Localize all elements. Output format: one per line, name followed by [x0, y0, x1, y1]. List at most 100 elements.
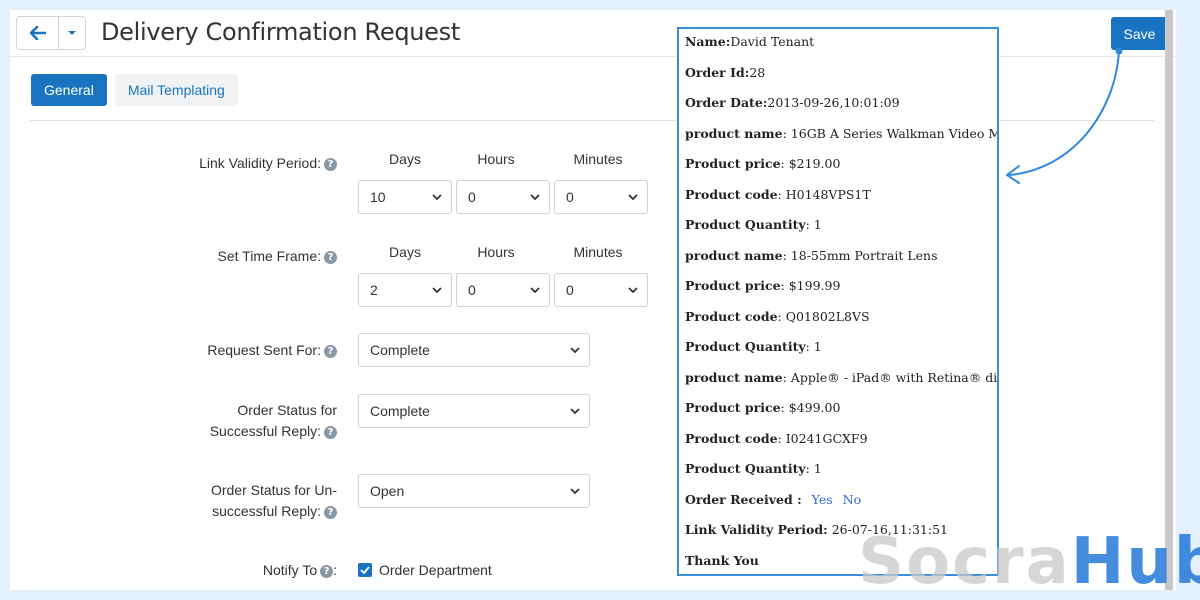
email-line: Product code: Q01802L8VS — [685, 309, 997, 340]
time-frame-label: Set Time Frame:? — [37, 246, 337, 267]
order-received-label: Order Received : — [685, 491, 802, 507]
email-line: Order Id:28 — [685, 65, 997, 96]
tab-general[interactable]: General — [31, 74, 107, 106]
status-success-label-line1: Order Status for — [237, 402, 337, 418]
tab-mail-templating[interactable]: Mail Templating — [114, 74, 238, 106]
help-icon[interactable]: ? — [324, 425, 337, 439]
email-line-key: Order Date: — [685, 95, 768, 110]
nav-dropdown-button[interactable] — [59, 17, 85, 49]
email-line-value: 2013-09-26,10:01:09 — [767, 95, 900, 110]
select-value: 0 — [566, 189, 574, 205]
select-value: Complete — [370, 342, 430, 358]
hours-column-header: Hours — [477, 151, 515, 167]
time-frame-days-select[interactable]: 2 — [358, 273, 452, 307]
email-line-key: Order Id: — [685, 64, 750, 80]
time-frame-label-text: Set Time Frame: — [217, 248, 321, 264]
status-success-label: Order Status for Successful Reply:? — [37, 400, 337, 442]
checkmark-icon — [360, 566, 370, 574]
status-fail-label: Order Status for Un- successful Reply:? — [37, 480, 337, 522]
email-line-key: Name: — [685, 34, 731, 49]
link-validity-minutes-select[interactable]: 0 — [554, 180, 648, 214]
order-department-checkbox[interactable] — [358, 563, 372, 577]
yes-link[interactable]: Yes — [812, 492, 833, 507]
email-line-key: Product price — [685, 400, 781, 415]
email-line-value: David Tenant — [730, 34, 815, 49]
email-line-value: : 1 — [805, 217, 822, 232]
curved-arrow-annotation — [1006, 47, 1123, 184]
email-line-value: : I0241GCXF9 — [777, 430, 868, 446]
email-line: Product code: I0241GCXF9 — [685, 431, 997, 462]
email-line-key: Product code — [685, 308, 778, 324]
email-line: Product price: $219.00 — [685, 156, 997, 187]
request-sent-for-select[interactable]: Complete — [358, 333, 590, 367]
tab-bar: General Mail Templating — [31, 74, 238, 106]
days-column-header: Days — [389, 244, 421, 260]
email-line-value: : 1 — [805, 461, 822, 476]
email-preview-box: Name:David Tenant Order Id:28 Order Date:2… — [677, 27, 999, 576]
email-line-value: : Apple® - iPad® with Retina® display — [782, 369, 998, 385]
email-line-key: Product Quantity — [685, 217, 806, 232]
email-line: Product Quantity: 1 — [685, 217, 997, 248]
notify-to-colon: : — [333, 562, 337, 578]
select-value: 0 — [468, 189, 476, 205]
socrahub-watermark: SocraHub — [858, 530, 1200, 594]
email-line-value: : 18-55mm Portrait Lens — [782, 247, 938, 263]
chevron-down-icon — [432, 194, 442, 201]
email-line: product name: 18-55mm Portrait Lens — [685, 248, 997, 279]
time-frame-minutes-select[interactable]: 0 — [554, 273, 648, 307]
time-frame-hours-select[interactable]: 0 — [456, 273, 550, 307]
email-line: product name: Apple® - iPad® with Retina… — [685, 370, 997, 401]
hours-column-header: Hours — [477, 244, 515, 260]
help-icon[interactable]: ? — [324, 250, 337, 264]
link-validity-label: Link Validity Period:? — [37, 153, 337, 174]
status-fail-label-line1: Order Status for Un- — [210, 482, 337, 498]
chevron-down-icon — [530, 287, 540, 294]
link-validity-days-select[interactable]: 10 — [358, 180, 452, 214]
page-scrollbar[interactable] — [1165, 10, 1173, 590]
help-icon[interactable]: ? — [320, 564, 334, 578]
status-fail-select[interactable]: Open — [358, 474, 590, 508]
page-title: Delivery Confirmation Request — [101, 18, 460, 46]
email-line-value: : 1 — [805, 339, 822, 354]
no-link[interactable]: No — [843, 492, 861, 507]
status-success-select[interactable]: Complete — [358, 394, 590, 428]
select-value: Complete — [370, 403, 430, 419]
email-line-key: Product price — [685, 156, 781, 171]
email-line: Product price: $499.00 — [685, 400, 997, 431]
link-validity-label-text: Link Validity Period: — [199, 155, 321, 171]
notify-to-label: Notify To?: — [37, 560, 337, 581]
chevron-down-icon — [530, 194, 540, 201]
chevron-down-icon — [570, 488, 580, 495]
status-success-label-line2: Successful Reply: — [209, 423, 321, 439]
email-line-key: Product Quantity — [685, 339, 806, 354]
closing-text: Thank You — [685, 552, 759, 568]
request-sent-for-label: Request Sent For:? — [37, 340, 337, 361]
email-line: product name: 16GB A Series Walkman Vide… — [685, 126, 997, 157]
help-icon[interactable]: ? — [324, 157, 337, 171]
request-sent-for-label-text: Request Sent For: — [207, 342, 321, 358]
select-value: 2 — [370, 282, 378, 298]
chevron-down-icon — [570, 347, 580, 354]
minutes-column-header: Minutes — [573, 244, 623, 260]
watermark-part1: Socra — [858, 525, 1071, 599]
email-line-key: Product Quantity — [685, 461, 806, 476]
email-line-value: : $499.00 — [780, 400, 841, 415]
select-value: Open — [370, 483, 405, 499]
watermark-part2: Hub — [1070, 525, 1200, 599]
email-line: Product Quantity: 1 — [685, 461, 997, 492]
navigation-group — [16, 16, 86, 50]
order-department-label: Order Department — [379, 562, 492, 578]
help-icon[interactable]: ? — [324, 505, 337, 519]
link-validity-hours-select[interactable]: 0 — [456, 180, 550, 214]
chevron-down-icon — [628, 287, 638, 294]
email-line-key: product name — [685, 247, 783, 263]
help-icon[interactable]: ? — [324, 344, 337, 358]
back-button[interactable] — [17, 17, 59, 49]
email-line-value: : Q01802L8VS — [777, 308, 870, 324]
email-line-value: 28 — [749, 64, 766, 80]
chevron-down-icon — [432, 287, 442, 294]
email-line: Product Quantity: 1 — [685, 339, 997, 370]
select-value: 0 — [468, 282, 476, 298]
email-line-key: Product price — [685, 278, 781, 293]
minutes-column-header: Minutes — [573, 151, 623, 167]
